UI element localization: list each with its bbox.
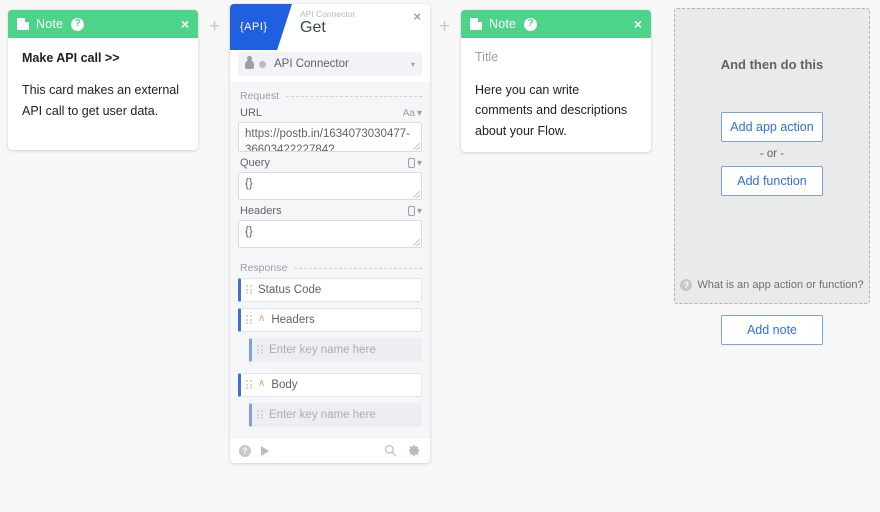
query-field-label: Query xyxy=(240,157,270,169)
api-card-header-text: API Connector Get xyxy=(300,9,355,38)
note-card-make-api-call[interactable]: Note ? × Make API call >> This card make… xyxy=(8,10,198,150)
response-subitem-placeholder: Enter key name here xyxy=(269,409,376,421)
text-format-label: Aa xyxy=(402,107,415,119)
api-card-header: {API} API Connector Get × xyxy=(230,4,430,50)
add-step-plus-2[interactable]: + xyxy=(439,17,450,36)
chevron-up-icon[interactable]: ∧ xyxy=(258,379,265,389)
panel-help-text: What is an app action or function? xyxy=(697,279,864,291)
next-step-title: And then do this xyxy=(720,57,824,72)
drag-handle-icon[interactable] xyxy=(246,315,252,325)
add-app-action-button[interactable]: Add app action xyxy=(721,112,823,142)
response-subitem-placeholder: Enter key name here xyxy=(269,344,376,356)
url-input[interactable]: https://postb.in/1634073030477-366034222… xyxy=(238,122,422,152)
api-badge-text: {API} xyxy=(240,21,268,33)
response-item-label: Headers xyxy=(271,314,315,326)
connector-select[interactable]: API Connector ▾ xyxy=(238,52,422,76)
chevron-down-icon: ▾ xyxy=(416,157,422,169)
note-page-icon xyxy=(17,18,29,30)
gear-icon[interactable] xyxy=(408,444,421,457)
close-icon[interactable]: × xyxy=(634,17,642,31)
section-divider xyxy=(294,267,422,269)
drag-handle-icon[interactable] xyxy=(257,345,263,355)
headers-field-label: Headers xyxy=(240,205,282,217)
request-section-header: Request xyxy=(240,90,422,102)
play-icon[interactable] xyxy=(261,445,269,456)
panel-help-link[interactable]: ? What is an app action or function? xyxy=(675,279,869,291)
user-icon xyxy=(245,55,254,69)
note-card-body: Make API call >> This card makes an exte… xyxy=(8,38,198,131)
note-text[interactable]: Here you can write comments and descript… xyxy=(475,80,637,141)
section-divider xyxy=(286,95,422,97)
note-card-header: Note ? × xyxy=(461,10,651,38)
note-title-input[interactable]: Title xyxy=(475,50,637,64)
help-icon: ? xyxy=(680,279,693,291)
api-card-title: Get xyxy=(300,19,326,37)
response-item-headers[interactable]: ∧ Headers xyxy=(238,308,422,332)
response-item-label: Body xyxy=(271,379,298,391)
help-icon[interactable]: ? xyxy=(239,444,251,457)
note-page-icon xyxy=(470,18,482,30)
connector-select-value: API Connector xyxy=(274,58,349,70)
url-field-label-row: URL Aa ▾ xyxy=(240,107,422,119)
flow-canvas: Note ? × Make API call >> This card make… xyxy=(0,0,880,512)
query-field-label-row: Query ▾ xyxy=(240,157,422,169)
object-type-icon[interactable]: ▾ xyxy=(407,205,422,217)
status-dot-icon xyxy=(259,60,266,68)
headers-input[interactable]: {} xyxy=(238,220,422,248)
headers-field-label-row: Headers ▾ xyxy=(240,205,422,217)
note-heading: Make API call >> xyxy=(22,51,120,65)
response-item-status-code[interactable]: Status Code xyxy=(238,278,422,302)
api-connector-card[interactable]: {API} API Connector Get × API Connector … xyxy=(230,4,430,463)
help-icon[interactable]: ? xyxy=(71,17,85,31)
note-card-title: Note xyxy=(36,17,64,31)
response-item-body[interactable]: ∧ Body xyxy=(238,373,422,397)
close-icon[interactable]: × xyxy=(181,17,189,31)
or-separator: - or - xyxy=(759,148,785,160)
chevron-up-icon[interactable]: ∧ xyxy=(258,314,265,324)
object-type-icon[interactable]: ▾ xyxy=(407,157,422,169)
drag-handle-icon[interactable] xyxy=(246,285,252,295)
add-note-button[interactable]: Add note xyxy=(721,315,823,345)
chevron-down-icon: ▾ xyxy=(416,205,422,217)
chevron-down-icon: ▾ xyxy=(416,107,422,119)
drag-handle-icon[interactable] xyxy=(246,380,252,390)
help-icon[interactable]: ? xyxy=(524,17,538,31)
close-icon[interactable]: × xyxy=(413,10,421,23)
response-item-label: Status Code xyxy=(258,284,322,296)
response-section-label: Response xyxy=(240,262,288,274)
note-card-body: Title Here you can write comments and de… xyxy=(461,38,651,151)
note-card-header: Note ? × xyxy=(8,10,198,38)
note-text: This card makes an external API call to … xyxy=(22,83,180,118)
query-input[interactable]: {} xyxy=(238,172,422,200)
text-format-icon[interactable]: Aa ▾ xyxy=(403,108,422,119)
object-glyph-icon xyxy=(407,206,415,216)
api-card-footer: ? xyxy=(230,437,430,463)
add-step-plus-1[interactable]: + xyxy=(209,17,220,36)
request-section-label: Request xyxy=(240,90,280,102)
url-field-label: URL xyxy=(240,107,263,119)
search-icon[interactable] xyxy=(384,444,397,457)
response-section-header: Response xyxy=(240,262,422,274)
next-step-panel: And then do this Add app action - or - A… xyxy=(674,8,870,304)
api-icon: {API} xyxy=(230,4,292,50)
response-subitem-body-key[interactable]: Enter key name here xyxy=(249,403,422,427)
add-function-button[interactable]: Add function xyxy=(721,166,823,196)
object-glyph-icon xyxy=(407,158,415,168)
chevron-down-icon[interactable]: ▾ xyxy=(411,60,415,69)
drag-handle-icon[interactable] xyxy=(257,410,263,420)
note-card-title: Note xyxy=(489,17,517,31)
response-subitem-headers-key[interactable]: Enter key name here xyxy=(249,338,422,362)
api-card-body: Request URL Aa ▾ https://postb.in/163407… xyxy=(230,82,430,437)
note-card-comments[interactable]: Note ? × Title Here you can write commen… xyxy=(461,10,651,152)
